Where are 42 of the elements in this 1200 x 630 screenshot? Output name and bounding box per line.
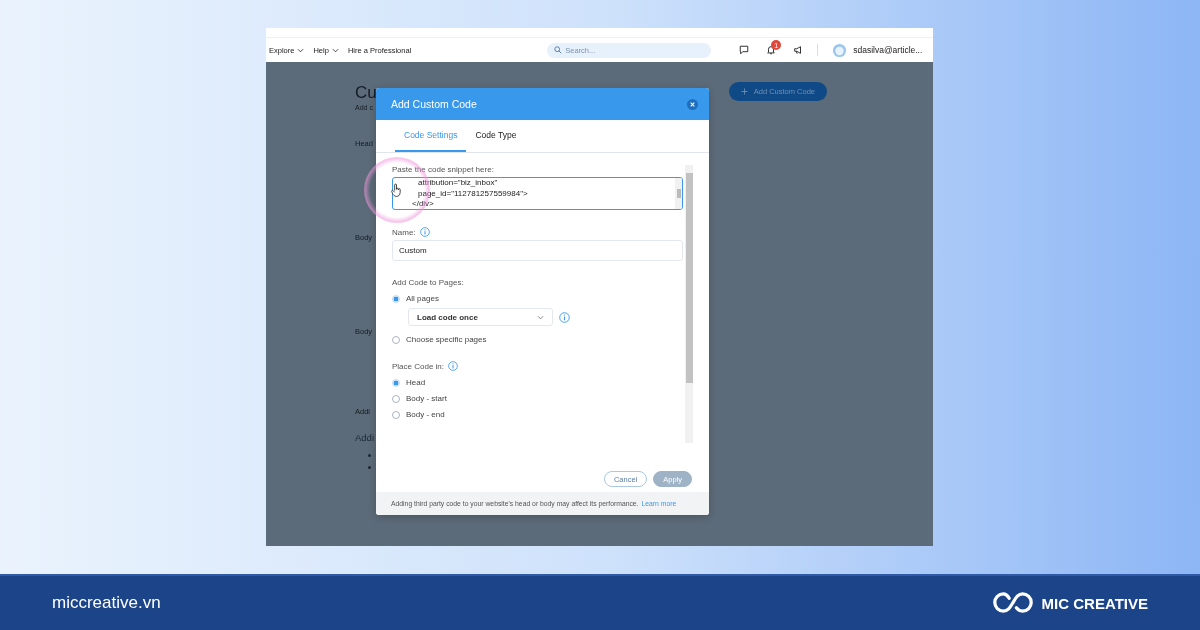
radio-button[interactable] — [392, 294, 400, 303]
radio-button[interactable] — [392, 335, 400, 344]
section-heading: Addi — [355, 432, 374, 443]
radio-button[interactable] — [392, 378, 400, 387]
tab[interactable]: Code Type — [466, 120, 526, 152]
megaphone-icon[interactable] — [793, 45, 804, 55]
load-frequency-dropdown[interactable]: Load code once — [408, 308, 553, 326]
name-field[interactable]: Custom — [392, 240, 683, 261]
website-address: miccreative.vn — [52, 593, 161, 613]
info-icon[interactable] — [559, 311, 570, 323]
code-line: page_id="112781257559984"> — [418, 188, 529, 199]
field-label: Place Code in: — [392, 361, 445, 371]
radio-button[interactable] — [392, 394, 400, 403]
code-snippet-field[interactable]: attribution="biz_inbox" page_id="112781257559984"> </div> — [392, 177, 683, 210]
field-label: Name: — [392, 227, 416, 237]
close-icon[interactable] — [687, 98, 698, 110]
dialog-title: Add Custom Code — [391, 98, 477, 110]
code-line: </div> — [412, 199, 435, 209]
scrollbar[interactable] — [685, 165, 693, 443]
account-name[interactable]: sdasilva@article... — [853, 45, 923, 55]
bullet-icon — [368, 466, 371, 469]
avatar-icon[interactable] — [832, 42, 848, 58]
radio-label[interactable]: Body - start — [406, 394, 447, 403]
chevron-down-icon — [537, 314, 544, 320]
field-label: Paste the code snippet here: — [392, 165, 495, 174]
radio-label[interactable]: All pages — [406, 294, 439, 303]
radio-label[interactable]: Body - end — [406, 410, 445, 419]
hand-cursor-icon — [390, 182, 402, 198]
chat-icon[interactable] — [739, 45, 750, 55]
bell-icon[interactable] — [766, 45, 777, 55]
info-icon[interactable] — [448, 361, 459, 371]
radio-button[interactable] — [392, 410, 400, 419]
brand-name: MIC CREATIVE — [1041, 594, 1148, 612]
page-title: Cu — [355, 82, 377, 104]
field-label: Add Code to Pages: — [392, 278, 464, 287]
radio-label[interactable]: Choose specific pages — [406, 335, 487, 344]
bullet-icon — [368, 454, 371, 457]
search-icon — [554, 46, 563, 54]
code-line: attribution="biz_inbox" — [418, 178, 499, 189]
plus-icon — [740, 88, 748, 95]
radio-label[interactable]: Head — [406, 378, 426, 387]
info-icon[interactable] — [419, 227, 430, 237]
